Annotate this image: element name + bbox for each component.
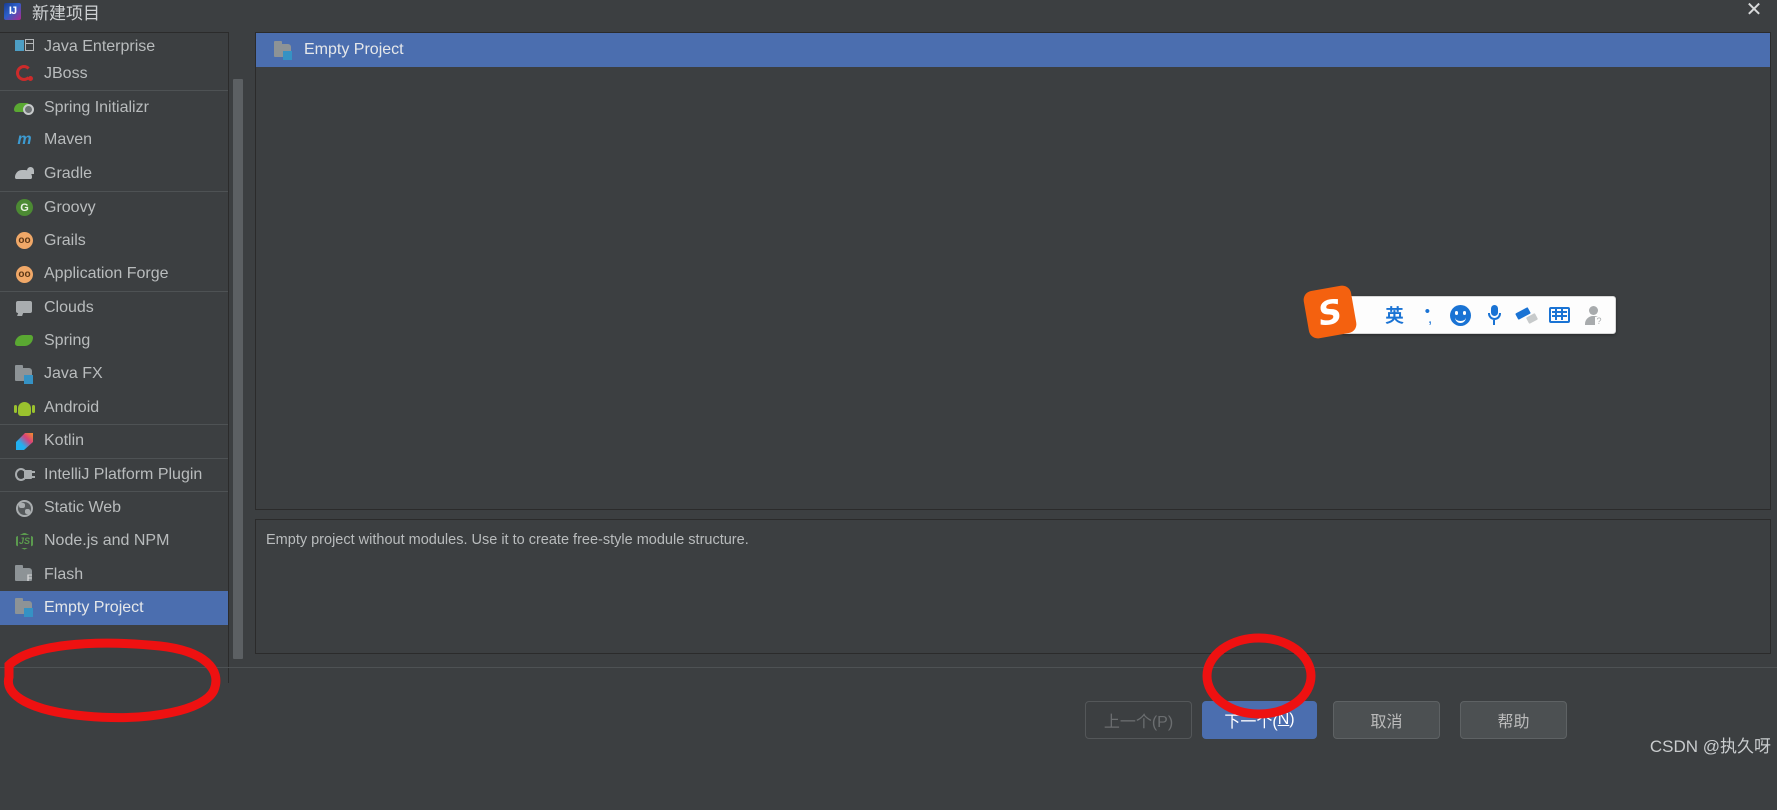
- next-label-prefix: 下一个(: [1224, 714, 1278, 731]
- nodejs-icon: JS: [14, 531, 35, 552]
- sidebar-item-label: Maven: [44, 131, 93, 149]
- javafx-icon: [14, 364, 35, 385]
- sidebar-item-label: Application Forge: [44, 265, 169, 283]
- sidebar-item-application-forge[interactable]: oo Application Forge: [0, 257, 228, 290]
- sidebar-item-label: IntelliJ Platform Plugin: [44, 465, 203, 483]
- sidebar-item-label: Java FX: [44, 365, 103, 383]
- next-label-suffix: ): [1289, 711, 1295, 728]
- dialog-footer: 上一个(P) 下一个(N) 取消 帮助 CSDN @执久呀: [0, 667, 1777, 810]
- new-project-dialog: Java Enterprise JBoss Spring Initializr …: [0, 27, 1777, 809]
- empty-project-icon: [14, 597, 35, 618]
- sidebar-item-label: Kotlin: [44, 432, 85, 450]
- static-web-icon: [14, 498, 35, 519]
- help-button[interactable]: 帮助: [1460, 701, 1567, 739]
- ime-user-account-icon[interactable]: ?: [1576, 300, 1609, 330]
- android-icon: [14, 397, 35, 418]
- sidebar-item-jboss[interactable]: JBoss: [0, 57, 228, 90]
- sogou-ime-toolbar[interactable]: S 英 •, ?: [1302, 284, 1616, 340]
- sidebar-item-spring-initializr[interactable]: Spring Initializr: [0, 90, 228, 123]
- sidebar-item-label: Gradle: [44, 164, 93, 182]
- sidebar-item-label: Java Enterprise: [44, 38, 156, 55]
- sidebar-item-java-enterprise[interactable]: Java Enterprise: [0, 33, 228, 57]
- sidebar-item-label: Spring Initializr: [44, 98, 149, 116]
- sogou-logo[interactable]: S: [1302, 284, 1358, 340]
- empty-project-icon: [273, 40, 294, 61]
- sidebar-item-spring[interactable]: Spring: [0, 324, 228, 357]
- window-title: 新建项目: [32, 3, 100, 23]
- clouds-icon: [14, 297, 35, 318]
- window-title-bar: IJ 新建项目 ✕: [0, 0, 1777, 27]
- project-description-panel: Empty project without modules. Use it to…: [255, 519, 1771, 654]
- sidebar-item-label: Android: [44, 398, 100, 416]
- previous-button[interactable]: 上一个(P): [1085, 701, 1192, 739]
- sidebar-item-label: Flash: [44, 565, 84, 583]
- intellij-plugin-icon: [14, 464, 35, 485]
- sidebar-item-flash[interactable]: F Flash: [0, 558, 228, 591]
- list-scrollbar-thumb[interactable]: [233, 79, 243, 659]
- close-icon[interactable]: ✕: [1739, 0, 1769, 24]
- intellij-idea-icon: IJ: [2, 1, 24, 23]
- maven-icon: m: [17, 131, 32, 149]
- application-forge-icon: oo: [14, 264, 35, 285]
- sidebar-item-nodejs-and-npm[interactable]: JS Node.js and NPM: [0, 524, 228, 557]
- sidebar-item-maven[interactable]: m Maven: [0, 124, 228, 157]
- ime-punctuation-toggle[interactable]: •,: [1411, 300, 1444, 330]
- sidebar-item-label: Empty Project: [44, 598, 144, 616]
- project-description-text: Empty project without modules. Use it to…: [266, 532, 749, 548]
- groovy-icon: G: [14, 197, 35, 218]
- csdn-watermark: CSDN @执久呀: [1649, 737, 1771, 756]
- sidebar-item-groovy[interactable]: G Groovy: [0, 190, 228, 224]
- next-mnemonic: N: [1277, 711, 1290, 728]
- sidebar-item-label: Node.js and NPM: [44, 532, 170, 550]
- sidebar-item-label: Clouds: [44, 298, 94, 316]
- sidebar-item-intellij-platform-plugin[interactable]: IntelliJ Platform Plugin: [0, 457, 228, 491]
- sidebar-item-label: Static Web: [44, 499, 122, 517]
- java-enterprise-icon: [14, 35, 35, 56]
- spring-initializr-icon: [14, 97, 35, 118]
- sidebar-item-clouds[interactable]: Clouds: [0, 290, 228, 324]
- sidebar-item-empty-project[interactable]: Empty Project: [0, 591, 228, 625]
- sidebar-item-static-web[interactable]: Static Web: [0, 491, 228, 524]
- flash-icon: F: [14, 564, 35, 585]
- ime-emoji-icon[interactable]: [1444, 300, 1477, 330]
- grails-icon: oo: [14, 230, 35, 251]
- gradle-icon: [14, 163, 35, 184]
- next-button[interactable]: 下一个(N): [1202, 701, 1317, 739]
- ime-language-mode[interactable]: 英: [1378, 300, 1411, 330]
- ime-handwriting-icon[interactable]: [1510, 300, 1543, 330]
- sidebar-item-label: Groovy: [44, 198, 96, 216]
- sidebar-item-kotlin[interactable]: Kotlin: [0, 424, 228, 457]
- sidebar-item-gradle[interactable]: Gradle: [0, 157, 228, 190]
- sidebar-item-grails[interactable]: oo Grails: [0, 224, 228, 257]
- sidebar-item-android[interactable]: Android: [0, 391, 228, 424]
- sidebar-item-label: JBoss: [44, 64, 88, 82]
- spring-icon: [14, 330, 35, 351]
- sidebar-item-java-fx[interactable]: Java FX: [0, 358, 228, 391]
- ime-voice-input-icon[interactable]: [1477, 300, 1510, 330]
- sidebar-item-label: Grails: [44, 231, 86, 249]
- sidebar-item-label: Spring: [44, 331, 91, 349]
- jboss-icon: [14, 63, 35, 84]
- project-details-header: Empty Project: [256, 33, 1770, 67]
- project-type-list[interactable]: Java Enterprise JBoss Spring Initializr …: [0, 32, 229, 683]
- ime-soft-keyboard-icon[interactable]: [1543, 300, 1576, 330]
- kotlin-icon: [14, 431, 35, 452]
- project-details-panel: Empty Project: [255, 32, 1771, 510]
- cancel-button[interactable]: 取消: [1333, 701, 1440, 739]
- project-details-title: Empty Project: [304, 41, 404, 58]
